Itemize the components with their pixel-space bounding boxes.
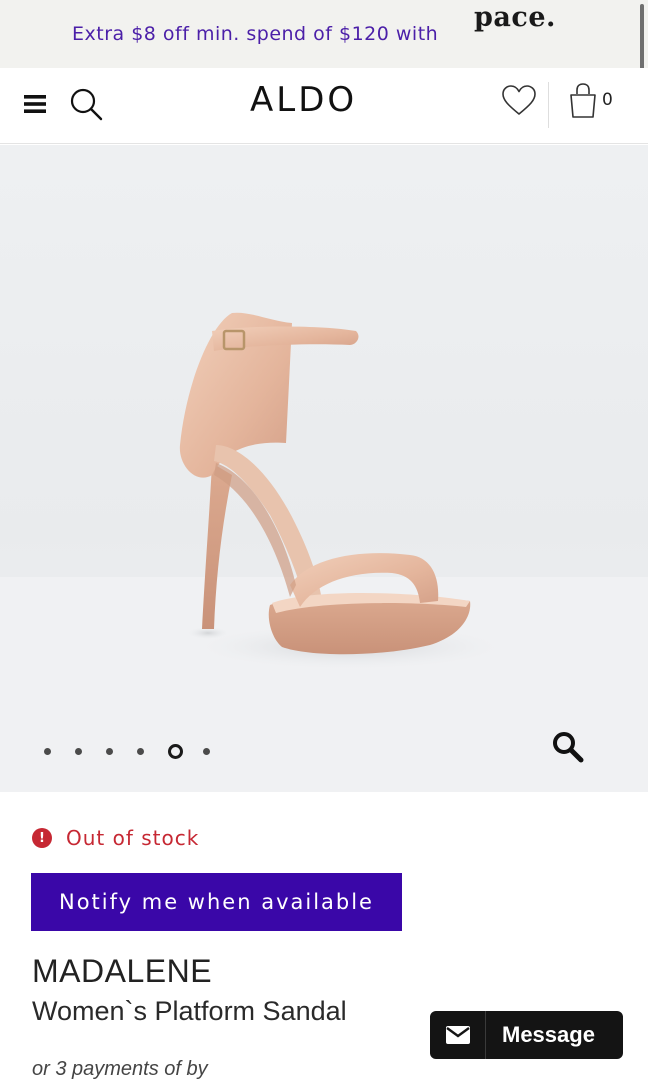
message-label: Message <box>502 1022 595 1047</box>
header-divider <box>548 82 549 128</box>
stock-status: ! Out of stock <box>32 826 199 850</box>
message-icon-wrap <box>430 1011 486 1059</box>
promo-banner[interactable]: Extra $8 off min. spend of $120 with pac… <box>0 0 648 68</box>
gallery-dot[interactable] <box>75 747 82 755</box>
pace-logo: pace. <box>474 2 556 33</box>
product-subtitle: Women`s Platform Sandal <box>32 996 347 1026</box>
heart-icon <box>502 85 536 115</box>
gallery-dot-active[interactable] <box>168 743 183 759</box>
zoom-button[interactable] <box>550 729 586 765</box>
shopping-bag-icon <box>570 83 596 118</box>
notify-me-button[interactable]: Notify me when available <box>31 873 402 931</box>
promo-text: Extra $8 off min. spend of $120 with <box>72 23 439 45</box>
sandal-illustration <box>0 312 648 792</box>
stock-status-text: Out of stock <box>66 826 200 850</box>
gallery-dot[interactable] <box>106 747 113 755</box>
gallery-dot[interactable] <box>203 747 210 755</box>
envelope-icon <box>445 1026 470 1044</box>
menu-icon <box>24 95 46 113</box>
site-header: ALDO 0 <box>0 68 648 144</box>
message-chat-button[interactable]: Message <box>430 1011 623 1059</box>
search-icon <box>70 88 103 121</box>
product-image[interactable] <box>0 145 648 792</box>
menu-button[interactable] <box>22 92 48 116</box>
aldo-logo[interactable]: ALDO <box>250 80 357 120</box>
gallery-dot[interactable] <box>44 747 51 755</box>
product-name: MADALENE <box>32 953 213 989</box>
alert-icon: ! <box>32 828 52 848</box>
shopping-bag-button[interactable]: 0 <box>568 82 628 122</box>
search-button[interactable] <box>66 86 106 126</box>
installment-text: or 3 payments of by <box>32 1058 208 1080</box>
gallery-dot[interactable] <box>137 747 144 755</box>
zoom-icon <box>553 732 584 763</box>
bag-count: 0 <box>602 90 613 110</box>
wishlist-button[interactable] <box>500 84 538 118</box>
gallery-dots <box>44 741 234 761</box>
